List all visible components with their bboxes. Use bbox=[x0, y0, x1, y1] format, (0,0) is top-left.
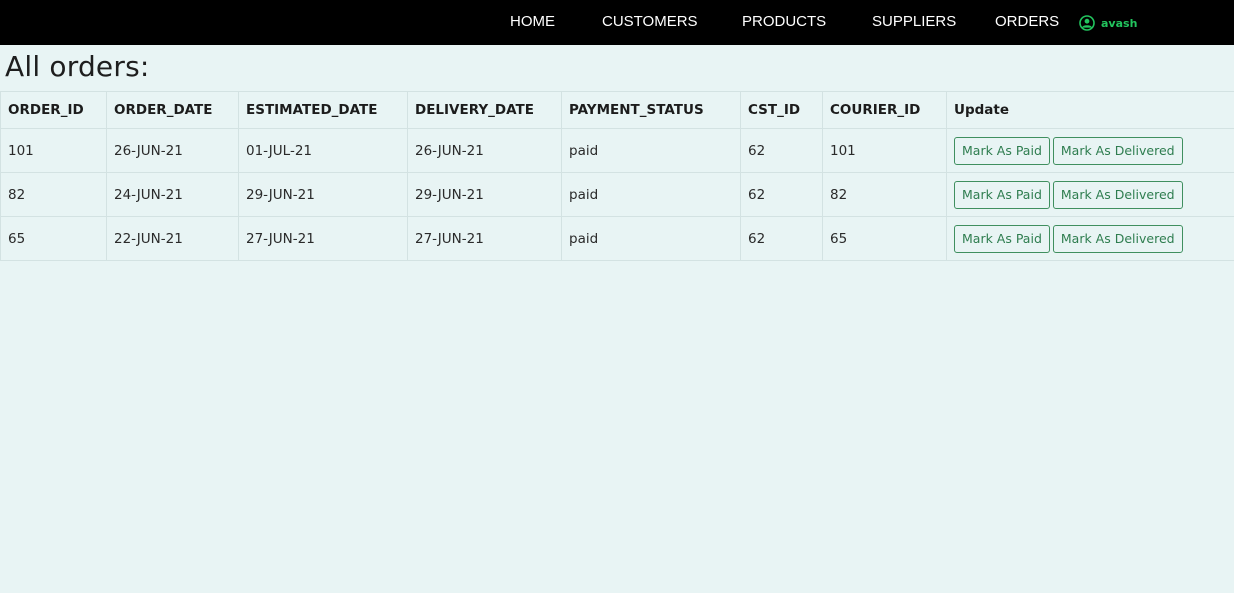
column-header-courier-id: COURIER_ID bbox=[822, 91, 947, 129]
cell-courier-id: 82 bbox=[822, 172, 947, 217]
nav-suppliers-link[interactable]: SUPPLIERS bbox=[872, 13, 956, 31]
cell-cst-id: 62 bbox=[740, 172, 823, 217]
column-header-cst-id: CST_ID bbox=[740, 91, 823, 129]
column-header-order-id: ORDER_ID bbox=[0, 91, 107, 129]
table-row: 82 24-JUN-21 29-JUN-21 29-JUN-21 paid 62… bbox=[0, 172, 1234, 217]
cell-estimated-date: 27-JUN-21 bbox=[238, 216, 408, 261]
cell-update-actions: Mark As Paid Mark As Delivered bbox=[946, 172, 1234, 217]
cell-order-id: 101 bbox=[0, 128, 107, 173]
cell-payment-status: paid bbox=[561, 172, 741, 217]
cell-estimated-date: 01-JUL-21 bbox=[238, 128, 408, 173]
column-header-payment-status: PAYMENT_STATUS bbox=[561, 91, 741, 129]
cell-order-date: 22-JUN-21 bbox=[106, 216, 239, 261]
cell-delivery-date: 29-JUN-21 bbox=[407, 172, 562, 217]
column-header-order-date: ORDER_DATE bbox=[106, 91, 239, 129]
cell-order-id: 82 bbox=[0, 172, 107, 217]
mark-as-paid-button[interactable]: Mark As Paid bbox=[954, 136, 1050, 165]
cell-payment-status: paid bbox=[561, 128, 741, 173]
cell-order-date: 26-JUN-21 bbox=[106, 128, 239, 173]
cell-courier-id: 65 bbox=[822, 216, 947, 261]
cell-order-id: 65 bbox=[0, 216, 107, 261]
mark-as-delivered-button[interactable]: Mark As Delivered bbox=[1052, 180, 1183, 209]
column-header-delivery-date: DELIVERY_DATE bbox=[407, 91, 562, 129]
cell-delivery-date: 27-JUN-21 bbox=[407, 216, 562, 261]
user-circle-icon bbox=[1079, 15, 1095, 31]
nav-customers-link[interactable]: CUSTOMERS bbox=[602, 13, 698, 31]
page-title: All orders: bbox=[5, 50, 150, 83]
cell-cst-id: 62 bbox=[740, 128, 823, 173]
nav-orders-link[interactable]: ORDERS bbox=[995, 13, 1059, 31]
user-menu[interactable]: avash bbox=[1079, 14, 1137, 32]
top-navbar: HOME CUSTOMERS PRODUCTS SUPPLIERS ORDERS… bbox=[0, 0, 1234, 45]
user-name: avash bbox=[1101, 16, 1138, 30]
table-row: 65 22-JUN-21 27-JUN-21 27-JUN-21 paid 62… bbox=[0, 216, 1234, 261]
cell-estimated-date: 29-JUN-21 bbox=[238, 172, 408, 217]
table-row: 101 26-JUN-21 01-JUL-21 26-JUN-21 paid 6… bbox=[0, 128, 1234, 173]
cell-cst-id: 62 bbox=[740, 216, 823, 261]
cell-courier-id: 101 bbox=[822, 128, 947, 173]
mark-as-delivered-button[interactable]: Mark As Delivered bbox=[1052, 136, 1183, 165]
mark-as-delivered-button[interactable]: Mark As Delivered bbox=[1052, 224, 1183, 253]
orders-table: ORDER_ID ORDER_DATE ESTIMATED_DATE DELIV… bbox=[0, 91, 1234, 261]
cell-payment-status: paid bbox=[561, 216, 741, 261]
cell-update-actions: Mark As Paid Mark As Delivered bbox=[946, 216, 1234, 261]
mark-as-paid-button[interactable]: Mark As Paid bbox=[954, 180, 1050, 209]
cell-order-date: 24-JUN-21 bbox=[106, 172, 239, 217]
nav-products-link[interactable]: PRODUCTS bbox=[742, 13, 826, 31]
mark-as-paid-button[interactable]: Mark As Paid bbox=[954, 224, 1050, 253]
column-header-update: Update bbox=[946, 91, 1234, 129]
cell-update-actions: Mark As Paid Mark As Delivered bbox=[946, 128, 1234, 173]
column-header-estimated-date: ESTIMATED_DATE bbox=[238, 91, 408, 129]
cell-delivery-date: 26-JUN-21 bbox=[407, 128, 562, 173]
table-header-row: ORDER_ID ORDER_DATE ESTIMATED_DATE DELIV… bbox=[0, 91, 1234, 129]
nav-home-link[interactable]: HOME bbox=[510, 13, 555, 31]
